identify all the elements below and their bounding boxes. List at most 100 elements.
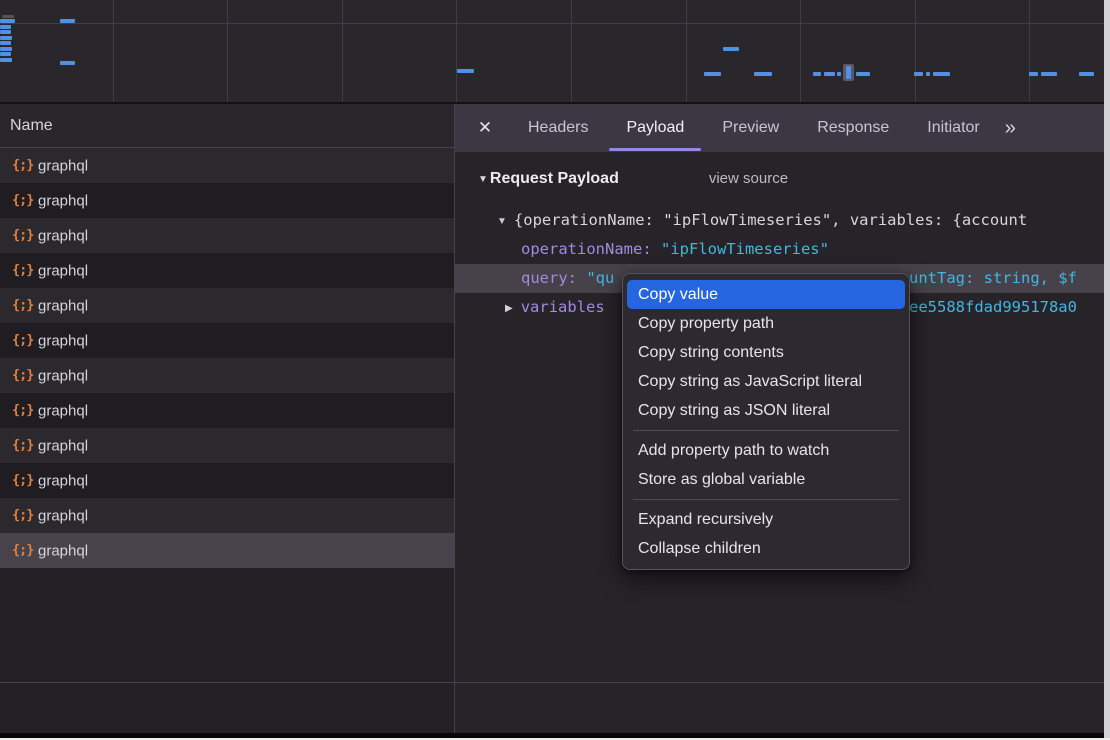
context-menu-item[interactable]: Add property path to watch	[623, 436, 909, 465]
request-name-label: graphql	[38, 402, 88, 419]
collapsed-triangle-icon: ▶	[505, 303, 513, 314]
tab-headers[interactable]: Headers	[509, 104, 607, 152]
request-name-label: graphql	[38, 542, 88, 559]
property-key: query:	[521, 269, 577, 287]
requests-panel: Name {;}graphql{;}graphql{;}graphql{;}gr…	[0, 104, 455, 733]
json-braces-icon: {;}	[12, 288, 38, 323]
tab-payload[interactable]: Payload	[607, 104, 703, 152]
request-row[interactable]: {;}graphql	[0, 393, 454, 428]
view-source-link[interactable]: view source	[709, 170, 788, 187]
request-name-label: graphql	[38, 472, 88, 489]
overview-request-bar	[2, 15, 14, 18]
request-row[interactable]: {;}graphql	[0, 148, 454, 183]
property-key: operationName:	[521, 240, 652, 258]
json-braces-icon: {;}	[12, 393, 38, 428]
json-braces-icon: {;}	[12, 253, 38, 288]
tab-label: Preview	[722, 119, 779, 136]
context-menu: Copy valueCopy property pathCopy string …	[622, 273, 910, 570]
grid-line	[800, 0, 801, 102]
tab-response[interactable]: Response	[798, 104, 908, 152]
context-menu-item[interactable]: Store as global variable	[623, 465, 909, 494]
window-edge-right	[1104, 0, 1110, 738]
grid-line	[227, 0, 228, 102]
property-key: variables	[521, 298, 605, 316]
overview-request-bar	[0, 25, 11, 29]
grid-line	[915, 0, 916, 102]
name-column-label: Name	[10, 117, 53, 134]
overview-request-bar	[0, 30, 11, 34]
json-braces-icon: {;}	[12, 183, 38, 218]
overview-request-bar	[926, 72, 930, 76]
request-name-label: graphql	[38, 227, 88, 244]
context-menu-item[interactable]: Expand recursively	[623, 505, 909, 534]
request-payload-section-header[interactable]: ▼Request Payload view source	[455, 168, 1104, 190]
context-menu-item[interactable]: Copy property path	[623, 309, 909, 338]
section-title: Request Payload	[490, 170, 619, 187]
context-menu-item[interactable]: Copy string as JavaScript literal	[623, 367, 909, 396]
request-name-label: graphql	[38, 262, 88, 279]
request-row-selected[interactable]: {;}graphql	[0, 533, 454, 568]
payload-row-operation-name[interactable]: operationName: "ipFlowTimeseries"	[455, 235, 1104, 264]
property-string-value-left: "qu	[577, 269, 614, 287]
overview-request-bar	[837, 72, 841, 76]
overview-request-bar	[824, 72, 835, 76]
overview-selected-bar	[846, 66, 851, 79]
json-braces-icon: {;}	[12, 463, 38, 498]
context-menu-item[interactable]: Copy value	[627, 280, 905, 309]
context-menu-item[interactable]: Copy string contents	[623, 338, 909, 367]
overview-request-bar	[0, 36, 12, 40]
request-row[interactable]: {;}graphql	[0, 498, 454, 533]
grid-line	[342, 0, 343, 102]
grid-line	[686, 0, 687, 102]
overview-request-bar	[754, 72, 772, 76]
request-row[interactable]: {;}graphql	[0, 218, 454, 253]
tab-initiator[interactable]: Initiator	[908, 104, 998, 152]
request-row[interactable]: {;}graphql	[0, 463, 454, 498]
json-braces-icon: {;}	[12, 533, 38, 568]
json-braces-icon: {;}	[12, 323, 38, 358]
tab-preview[interactable]: Preview	[703, 104, 798, 152]
property-string-value-right: untTag: string, $f	[909, 264, 1077, 293]
overview-request-bar	[933, 72, 950, 76]
active-tab-underline	[609, 148, 701, 151]
overview-request-bar	[856, 72, 870, 76]
menu-separator	[633, 430, 899, 431]
request-name-label: graphql	[38, 297, 88, 314]
request-name-label: graphql	[38, 332, 88, 349]
tab-label: Initiator	[927, 119, 979, 136]
close-icon[interactable]: ✕	[467, 104, 503, 152]
request-row[interactable]: {;}graphql	[0, 288, 454, 323]
json-braces-icon: {;}	[12, 498, 38, 533]
tab-label: Headers	[528, 119, 588, 136]
object-preview-text: {operationName: "ipFlowTimeseries", vari…	[514, 211, 1027, 229]
request-row[interactable]: {;}graphql	[0, 358, 454, 393]
devtools-network-panel: Name {;}graphql{;}graphql{;}graphql{;}gr…	[0, 0, 1110, 740]
json-braces-icon: {;}	[12, 218, 38, 253]
overview-request-bar	[0, 19, 15, 23]
context-menu-item[interactable]: Copy string as JSON literal	[623, 396, 909, 425]
request-row[interactable]: {;}graphql	[0, 323, 454, 358]
request-name-label: graphql	[38, 507, 88, 524]
overview-request-bar	[0, 58, 12, 62]
tab-label: Payload	[626, 119, 684, 136]
payload-root-row[interactable]: ▼{operationName: "ipFlowTimeseries", var…	[455, 206, 1104, 235]
overview-request-bar	[723, 47, 739, 51]
overview-request-bar	[60, 61, 75, 65]
name-column-header[interactable]: Name	[0, 104, 454, 148]
request-row[interactable]: {;}graphql	[0, 428, 454, 463]
network-overview-timeline[interactable]	[0, 0, 1110, 104]
more-tabs-chevron-icon[interactable]: »	[1005, 117, 1015, 140]
overview-selected-marker	[843, 64, 854, 81]
request-row[interactable]: {;}graphql	[0, 183, 454, 218]
request-row[interactable]: {;}graphql	[0, 253, 454, 288]
section-collapse-triangle-icon: ▼	[478, 174, 488, 185]
json-braces-icon: {;}	[12, 148, 38, 183]
grid-line	[113, 0, 114, 102]
json-braces-icon: {;}	[12, 358, 38, 393]
overview-row-divider	[0, 23, 1110, 24]
tab-strip: Headers Payload Preview Response Initiator	[509, 104, 999, 152]
tab-label: Response	[817, 119, 889, 136]
request-name-label: graphql	[38, 192, 88, 209]
overview-request-bar	[1079, 72, 1094, 76]
context-menu-item[interactable]: Collapse children	[623, 534, 909, 563]
